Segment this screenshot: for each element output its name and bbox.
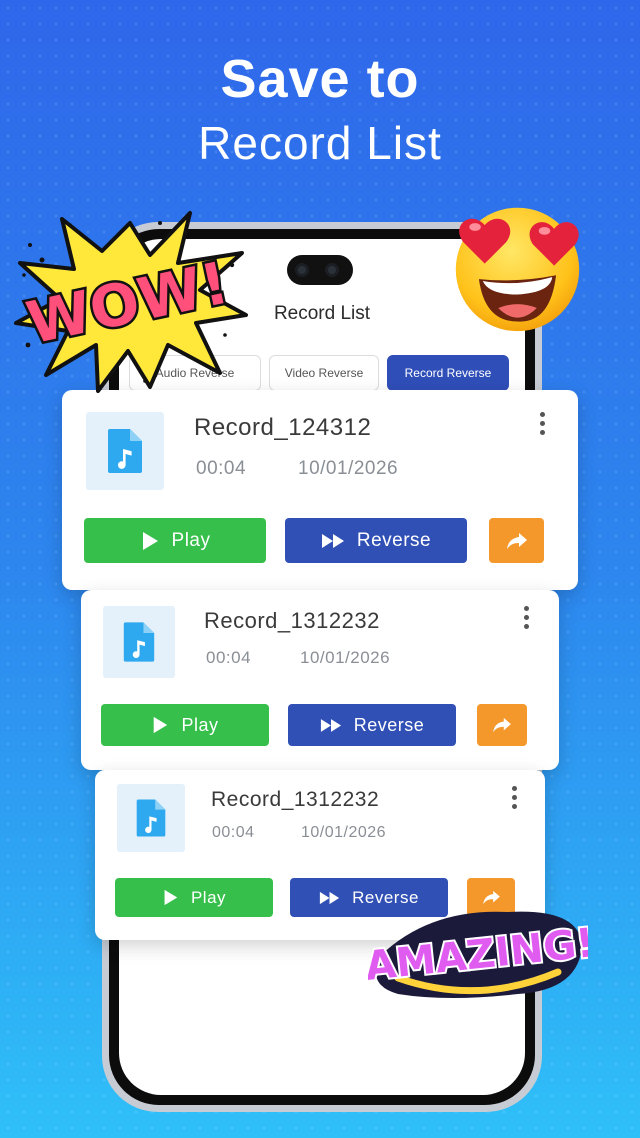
heart-eyes-emoji-icon	[455, 207, 580, 332]
headline-subtitle: Record List	[198, 117, 442, 169]
record-date: 10/01/2026	[301, 824, 387, 841]
record-name: Record_1312232	[211, 788, 380, 811]
camera-lens	[325, 263, 339, 277]
play-icon	[154, 716, 168, 734]
record-name: Record_1312232	[204, 608, 380, 633]
camera-lens	[295, 263, 309, 277]
play-icon	[142, 531, 158, 550]
share-button[interactable]	[489, 518, 544, 563]
audio-file-icon	[117, 784, 185, 852]
share-button[interactable]	[477, 704, 527, 746]
play-button[interactable]: Play	[84, 518, 266, 563]
camera-notch	[287, 255, 353, 285]
record-card[interactable]: Record_124312 00:04 10/01/2026 Play Reve…	[62, 390, 578, 590]
play-button[interactable]: Play	[115, 878, 273, 917]
play-button[interactable]: Play	[101, 704, 269, 746]
amazing-sticker: AMAZING!	[368, 911, 588, 998]
record-duration: 00:04	[196, 458, 247, 479]
fast-forward-icon	[319, 891, 340, 904]
record-duration: 00:04	[212, 824, 255, 841]
play-label: Play	[190, 887, 227, 907]
audio-file-icon	[103, 606, 175, 678]
fast-forward-icon	[321, 533, 344, 548]
play-icon	[164, 889, 178, 906]
play-label: Play	[181, 714, 219, 735]
record-date: 10/01/2026	[298, 458, 399, 479]
tab-video-reverse[interactable]: Video Reverse	[269, 355, 379, 391]
reverse-button[interactable]: Reverse	[285, 518, 467, 563]
reverse-button[interactable]: Reverse	[288, 704, 456, 746]
record-card[interactable]: Record_1312232 00:04 10/01/2026 Play Rev…	[81, 590, 559, 770]
play-label: Play	[171, 529, 211, 551]
record-date: 10/01/2026	[300, 648, 391, 667]
more-vertical-icon[interactable]	[540, 412, 545, 435]
fast-forward-icon	[320, 718, 341, 732]
tab-record-reverse[interactable]: Record Reverse	[387, 355, 509, 391]
more-vertical-icon[interactable]	[524, 606, 529, 629]
reverse-label: Reverse	[356, 529, 432, 551]
wow-sticker: WOW!	[14, 211, 248, 393]
share-arrow-icon	[493, 717, 511, 733]
reverse-label: Reverse	[353, 714, 425, 735]
share-arrow-icon	[506, 532, 527, 549]
headline-title: Save to	[220, 49, 420, 109]
audio-file-icon	[86, 412, 164, 490]
record-name: Record_124312	[194, 414, 372, 441]
record-duration: 00:04	[206, 648, 252, 667]
more-vertical-icon[interactable]	[512, 786, 517, 809]
